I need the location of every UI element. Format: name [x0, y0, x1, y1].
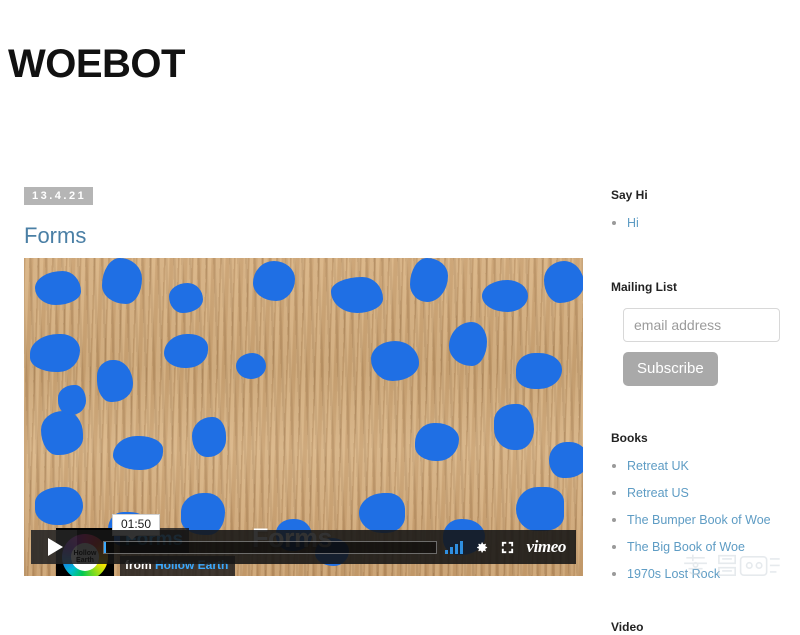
volume-bars-icon[interactable] [445, 540, 464, 554]
progress-played-fill [104, 541, 106, 553]
fullscreen-icon[interactable] [500, 540, 515, 555]
play-icon [48, 538, 63, 556]
sidebar: Say Hi Hi Mailing List Subscribe Books R… [611, 188, 791, 635]
books-list: Retreat UK Retreat US The Bumper Book of… [611, 456, 791, 584]
avatar-label-line1: Hollow [73, 549, 97, 557]
list-item[interactable]: Retreat US [627, 483, 791, 503]
post-header: 13.4.21 Forms [24, 186, 584, 248]
gear-icon[interactable] [474, 540, 489, 555]
sidebar-link-big-book-of-woe[interactable]: The Big Book of Woe [627, 540, 745, 554]
subscribe-button[interactable]: Subscribe [623, 351, 718, 386]
progress-scrubber[interactable] [103, 540, 438, 554]
sidebar-link-bumper-book-of-woe[interactable]: The Bumper Book of Woe [627, 513, 771, 527]
list-item[interactable]: Hi [627, 213, 791, 233]
video-player[interactable]: Forms Hollow Earth Forms from Hollow Ear… [24, 258, 583, 576]
site-title[interactable]: WOEBOT [8, 44, 185, 84]
post-date-badge: 13.4.21 [24, 187, 94, 206]
say-hi-list: Hi [611, 213, 791, 233]
sidebar-link-1970s-lost-rock[interactable]: 1970s Lost Rock [627, 567, 720, 581]
sidebar-link-retreat-us[interactable]: Retreat US [627, 486, 689, 500]
say-hi-heading: Say Hi [611, 188, 648, 202]
post-title[interactable]: Forms [24, 223, 584, 248]
email-field[interactable] [623, 307, 780, 342]
list-item[interactable]: The Bumper Book of Woe [627, 510, 791, 530]
sidebar-section-video: Video [611, 620, 791, 634]
play-button[interactable] [31, 530, 77, 564]
mailing-list-heading: Mailing List [611, 280, 677, 295]
vimeo-logo[interactable]: vimeo [526, 537, 566, 557]
sidebar-section-say-hi: Say Hi Hi [611, 188, 791, 233]
list-item[interactable]: The Big Book of Woe [627, 537, 791, 557]
site-header: WOEBOT [8, 44, 185, 84]
books-heading: Books [611, 430, 648, 445]
sidebar-section-mailing-list: Mailing List Subscribe [611, 280, 791, 386]
avatar-label-line2: Earth [76, 557, 94, 564]
sidebar-link-hi[interactable]: Hi [627, 216, 639, 230]
list-item[interactable]: Retreat UK [627, 456, 791, 476]
sidebar-link-retreat-uk[interactable]: Retreat UK [627, 459, 689, 473]
video-heading: Video [611, 620, 644, 635]
video-control-bar[interactable]: vimeo [31, 530, 576, 564]
player-controls-group[interactable]: vimeo [445, 537, 576, 557]
list-item[interactable]: 1970s Lost Rock [627, 564, 791, 584]
sidebar-section-books: Books Retreat UK Retreat US The Bumper B… [611, 431, 791, 584]
